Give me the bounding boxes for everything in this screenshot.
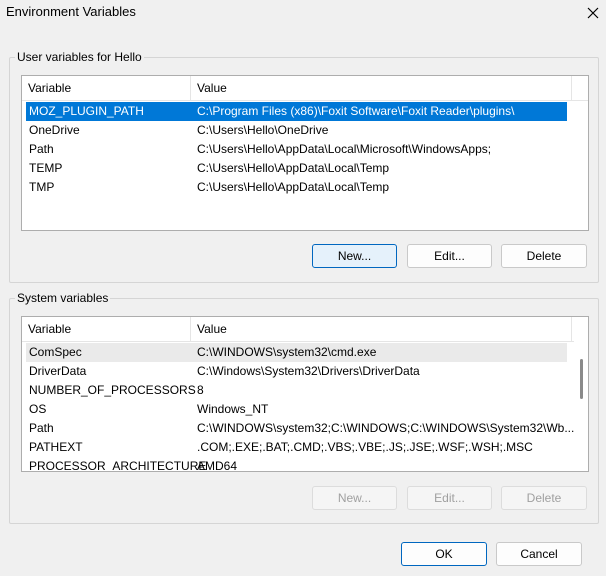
system-list-scrollbar[interactable] [574,341,588,471]
table-row[interactable]: DriverData C:\Windows\System32\Drivers\Dr… [26,362,567,381]
system-header-value[interactable]: Value [191,317,571,341]
table-row[interactable]: Path C:\Users\Hello\AppData\Local\Microso… [26,140,567,159]
table-row[interactable]: Path C:\WINDOWS\system32;C:\WINDOWS;C:\WI… [26,419,574,438]
variable-name-cell: TEMP [29,161,63,175]
table-row[interactable]: TMP C:\Users\Hello\AppData\Local\Temp [26,178,567,197]
variable-name-cell: TMP [29,180,55,194]
variable-value-cell: C:\Users\Hello\AppData\Local\Temp [197,161,390,175]
variable-name-cell: NUMBER_OF_PROCESSORS [29,383,196,397]
user-header-value[interactable]: Value [191,76,571,100]
variable-value-cell: AMD64 [197,459,238,472]
user-edit-button[interactable]: Edit... [407,244,492,268]
variable-name-cell: DriverData [29,364,87,378]
variable-value-cell: C:\WINDOWS\system32\cmd.exe [197,345,377,359]
user-new-button[interactable]: New... [312,244,397,268]
table-row[interactable]: PROCESSOR_ARCHITECTURE AMD64 [26,457,567,472]
variable-name-cell: Path [29,142,54,156]
variable-name-cell: Path [29,421,54,435]
table-row[interactable]: OneDrive C:\Users\Hello\OneDrive [26,121,567,140]
variable-name-cell: MOZ_PLUGIN_PATH [29,104,144,118]
table-row[interactable]: NUMBER_OF_PROCESSORS 8 [26,381,567,400]
system-variables-label: System variables [15,291,111,305]
user-header-variable[interactable]: Variable [22,76,190,100]
user-list-header: Variable Value [22,76,588,101]
variable-value-cell: Windows_NT [197,402,269,416]
system-edit-button[interactable]: Edit... [407,486,492,510]
table-row[interactable]: OS Windows_NT [26,400,567,419]
user-header-separator[interactable] [571,76,572,100]
window-title: Environment Variables [6,4,136,19]
system-new-button[interactable]: New... [312,486,397,510]
table-row[interactable]: ComSpec C:\WINDOWS\system32\cmd.exe [26,343,567,362]
system-delete-button[interactable]: Delete [501,486,587,510]
variable-value-cell: C:\Program Files (x86)\Foxit Software\Fo… [197,104,515,118]
system-list-header: Variable Value [22,317,588,342]
system-header-separator[interactable] [571,317,572,341]
close-button[interactable] [580,0,606,26]
variable-value-cell: C:\WINDOWS\system32;C:\WINDOWS;C:\WINDOW… [197,421,575,435]
table-row[interactable]: MOZ_PLUGIN_PATH C:\Program Files (x86)\Fo… [26,102,567,121]
variable-value-cell: C:\Users\Hello\AppData\Local\Microsoft\W… [197,142,492,156]
variable-name-cell: OS [29,402,47,416]
system-header-variable[interactable]: Variable [22,317,190,341]
variable-name-cell: PATHEXT [29,440,83,454]
table-row[interactable]: PATHEXT .COM;.EXE;.BAT;.CMD;.VBS;.VBE;.JS… [26,438,567,457]
scrollbar-thumb[interactable] [580,359,583,399]
cancel-button[interactable]: Cancel [496,542,582,566]
variable-value-cell: C:\Windows\System32\Drivers\DriverData [197,364,420,378]
variable-value-cell: C:\Users\Hello\OneDrive [197,123,329,137]
system-variables-list[interactable]: Variable Value ComSpec C:\WINDOWS\system3… [21,316,589,472]
user-variables-list[interactable]: Variable Value MOZ_PLUGIN_PATH C:\Program… [21,75,589,231]
variable-value-cell: 8 [197,383,204,397]
table-row[interactable]: TEMP C:\Users\Hello\AppData\Local\Temp [26,159,567,178]
variable-value-cell: C:\Users\Hello\AppData\Local\Temp [197,180,390,194]
title-bar: Environment Variables [0,0,606,26]
close-icon [587,7,599,19]
variable-value-cell: .COM;.EXE;.BAT;.CMD;.VBS;.VBE;.JS;.JSE;.… [197,440,533,454]
ok-button[interactable]: OK [401,542,487,566]
variable-name-cell: ComSpec [29,345,82,359]
user-variables-label: User variables for Hello [15,50,144,64]
user-delete-button[interactable]: Delete [501,244,587,268]
variable-name-cell: PROCESSOR_ARCHITECTURE [29,459,207,472]
variable-name-cell: OneDrive [29,123,80,137]
